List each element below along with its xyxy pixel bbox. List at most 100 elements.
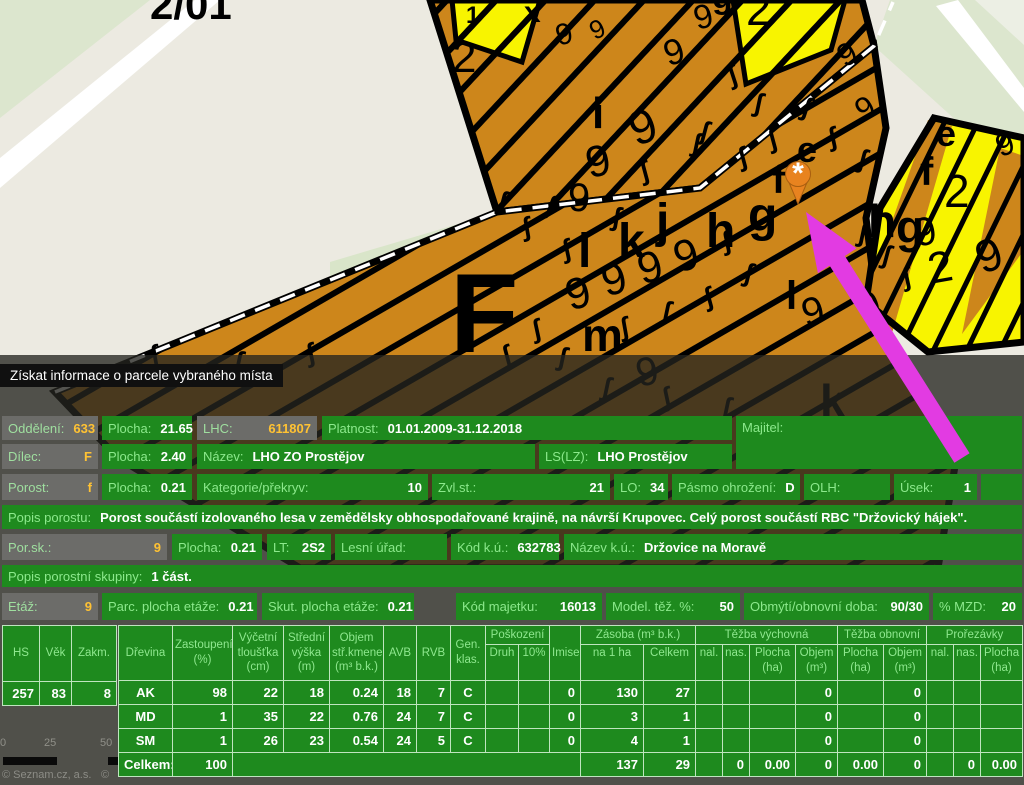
cell: 27 bbox=[644, 681, 696, 705]
svg-text:*: * bbox=[792, 158, 804, 190]
cell: 137 bbox=[581, 753, 644, 777]
label: Zvl.st.: bbox=[438, 480, 476, 495]
label: Plocha: bbox=[108, 449, 151, 464]
scale-label-0: 0 bbox=[0, 737, 6, 749]
cell-nazev: Název: LHO ZO Prostějov bbox=[197, 444, 535, 469]
map-glyph: e bbox=[936, 116, 956, 152]
cell-plocha-dilec: Plocha: 2.40 bbox=[102, 444, 192, 469]
value: 21.65 bbox=[160, 421, 193, 436]
species-total-row: Celkem: 100 137 29 0 0.00 0 0.00 0 0 0.0… bbox=[119, 753, 1023, 777]
cell: 0 bbox=[884, 681, 927, 705]
cell-lslz: LS(LZ): LHO Prostějov bbox=[539, 444, 732, 469]
cell bbox=[750, 729, 796, 753]
forestry-map-app: 2/0112x99g299999i99Flkjhgfe9999ml9k9ef2h… bbox=[0, 0, 1024, 785]
cell: 0 bbox=[884, 705, 927, 729]
value: Porost součástí izolovaného lesa v zeměd… bbox=[100, 510, 967, 525]
value: 2.40 bbox=[161, 449, 186, 464]
col-stredni-vyska: Střední výška (m) bbox=[284, 626, 330, 681]
cell: 1 bbox=[644, 729, 696, 753]
map-glyph: f bbox=[920, 152, 933, 192]
cell-kod-majetku: Kód majetku: 16013 bbox=[456, 593, 602, 620]
label: Kód majetku: bbox=[462, 599, 538, 614]
attribution: © Seznam.cz, a.s. bbox=[2, 769, 91, 781]
cell-porost: Porost: f bbox=[2, 474, 98, 500]
cell-total-label: Celkem: bbox=[119, 753, 173, 777]
map-glyph: 1 bbox=[466, 4, 479, 28]
map-tooltip-text: Získat informace o parcele vybraného mís… bbox=[10, 368, 273, 383]
label: Porost: bbox=[8, 480, 49, 495]
cell-etaz: Etáž: 9 bbox=[2, 593, 98, 620]
cell bbox=[954, 705, 981, 729]
value: 16013 bbox=[560, 599, 596, 614]
cell: 0 bbox=[550, 705, 581, 729]
scale-label-50: 50 bbox=[100, 737, 112, 749]
cell bbox=[696, 729, 723, 753]
cell: 0 bbox=[550, 729, 581, 753]
value: 9 bbox=[154, 540, 161, 555]
col-group-tezba-vychovna: Těžba výchovná bbox=[696, 626, 838, 645]
cell bbox=[750, 705, 796, 729]
value: D bbox=[785, 480, 794, 495]
scale-bar bbox=[3, 757, 57, 765]
label: LHC: bbox=[203, 421, 233, 436]
label: Plocha: bbox=[108, 421, 151, 436]
cell: C bbox=[451, 705, 486, 729]
cell bbox=[486, 729, 519, 753]
cell-obmyti: Obmýtí/obnovní doba: 90/30 bbox=[744, 593, 929, 620]
cell: 98 bbox=[173, 681, 233, 705]
value: 50 bbox=[720, 599, 734, 614]
cell bbox=[927, 705, 954, 729]
label: Název k.ú.: bbox=[570, 540, 635, 555]
col-group-prorezavky: Prořezávky bbox=[927, 626, 1023, 645]
cell bbox=[696, 705, 723, 729]
map-glyph: h bbox=[868, 198, 896, 244]
cell bbox=[838, 681, 884, 705]
cell-popis-porostu: Popis porostu: Porost součástí izolované… bbox=[2, 505, 1022, 529]
location-pin-icon: * bbox=[779, 158, 819, 210]
map-glyph: 9 bbox=[568, 178, 590, 218]
stand-summary-table: HSVěkZakm. 257838 bbox=[2, 625, 117, 706]
species-row: SM 1 26 23 0.54 24 5 C 0 4 1 0 bbox=[119, 729, 1023, 753]
col-imise: Imise bbox=[550, 626, 581, 681]
cell: 22 bbox=[284, 705, 330, 729]
cell bbox=[486, 705, 519, 729]
cell: 24 bbox=[384, 729, 417, 753]
value: 2S2 bbox=[302, 540, 325, 555]
value: 10 bbox=[408, 480, 422, 495]
cell: 18 bbox=[284, 681, 330, 705]
map-glyph: 2 bbox=[944, 168, 970, 214]
cell: 0.54 bbox=[330, 729, 384, 753]
value: 01.01.2009-31.12.2018 bbox=[388, 421, 522, 436]
cell: 0 bbox=[723, 753, 750, 777]
cell: 0 bbox=[796, 753, 838, 777]
cell-usek: Úsek: 1 bbox=[894, 474, 977, 500]
cell: 0 bbox=[884, 729, 927, 753]
cell bbox=[838, 705, 884, 729]
table-row: 257838 bbox=[3, 682, 117, 706]
cell: 0 bbox=[884, 753, 927, 777]
cell: 0 bbox=[954, 753, 981, 777]
cell-popis-skupiny: Popis porostní skupiny: 1 část. bbox=[2, 565, 1022, 587]
label: OLH: bbox=[810, 480, 840, 495]
value: 9 bbox=[85, 599, 92, 614]
cell-kategorie: Kategorie/překryv: 10 bbox=[197, 474, 428, 500]
cell: 1 bbox=[173, 705, 233, 729]
col-rvb: RVB bbox=[417, 626, 451, 681]
cell-kodku: Kód k.ú.: 632783 bbox=[451, 534, 559, 560]
cell-dilec: Dílec: F bbox=[2, 444, 98, 469]
map-tooltip: Získat informace o parcele vybraného mís… bbox=[0, 364, 283, 387]
attribution-icon: © bbox=[101, 769, 109, 781]
cell bbox=[519, 729, 550, 753]
cell bbox=[696, 681, 723, 705]
value: LHO ZO Prostějov bbox=[252, 449, 364, 464]
cell: 0.00 bbox=[981, 753, 1023, 777]
column-header: Zakm. bbox=[72, 626, 117, 682]
value: 0.21 bbox=[161, 480, 186, 495]
col-group-tezba-obnovni: Těžba obnovní bbox=[838, 626, 927, 645]
value: F bbox=[84, 449, 92, 464]
cell bbox=[519, 681, 550, 705]
cell: 22 bbox=[233, 681, 284, 705]
label: Lesní úřad: bbox=[341, 540, 406, 555]
col-vycetni-tloustka: Výčetní tloušťka (cm) bbox=[233, 626, 284, 681]
col-objem-m3: Objem (m³) bbox=[796, 645, 838, 681]
